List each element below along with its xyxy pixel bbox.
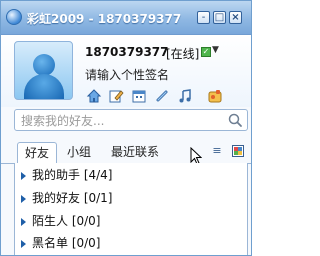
group-label: 黑名单 [0/0] xyxy=(32,236,101,250)
window-title: 彩虹2009 - 1870379377 xyxy=(27,12,182,26)
title-bar[interactable]: 彩虹2009 - 1870379377 - □ × xyxy=(1,1,251,35)
username: 1870379377 xyxy=(85,45,169,59)
status-text[interactable]: [在线] xyxy=(166,45,199,62)
restore-button[interactable]: □ xyxy=(213,11,226,24)
search-box[interactable] xyxy=(14,109,248,131)
rainbow-logo-icon xyxy=(6,9,22,25)
contact-group-list: 我的助手 [4/4] 我的好友 [0/1] 陌生人 [0/0] 黑名单 [0/0… xyxy=(14,163,248,255)
group-label: 我的好友 [0/1] xyxy=(32,191,113,205)
tab-friends[interactable]: 好友 xyxy=(17,142,57,164)
edit-icon[interactable] xyxy=(108,88,124,104)
link-icon[interactable] xyxy=(154,88,170,104)
collapse-arrow-icon xyxy=(21,217,26,226)
signature-field[interactable]: 请输入个性签名 xyxy=(85,66,169,83)
avatar[interactable] xyxy=(14,41,73,100)
tab-bar: 好友 小组 最近联系 ≡ xyxy=(1,139,251,164)
tab-groups[interactable]: 小组 xyxy=(59,142,99,162)
close-button[interactable]: × xyxy=(229,11,242,24)
tab-recent-contacts[interactable]: 最近联系 xyxy=(105,142,165,162)
group-blacklist[interactable]: 黑名单 [0/0] xyxy=(21,233,101,253)
online-status-icon[interactable]: ✓ xyxy=(201,47,211,57)
group-my-friends[interactable]: 我的好友 [0/1] xyxy=(21,188,113,208)
home-icon[interactable] xyxy=(86,88,102,104)
collapse-arrow-icon xyxy=(21,194,26,203)
calendar-icon[interactable] xyxy=(131,88,147,104)
list-view-icon[interactable]: ≡ xyxy=(211,145,223,157)
group-label: 我的助手 [4/4] xyxy=(32,168,113,182)
group-strangers[interactable]: 陌生人 [0/0] xyxy=(21,211,101,231)
group-my-assistant[interactable]: 我的助手 [4/4] xyxy=(21,165,113,185)
avatar-body-shape xyxy=(24,74,64,99)
app-icon[interactable] xyxy=(207,88,223,104)
status-dropdown-icon[interactable]: ▼ xyxy=(212,45,219,55)
color-scheme-icon[interactable] xyxy=(232,145,244,157)
search-icon[interactable] xyxy=(227,112,243,128)
collapse-arrow-icon xyxy=(21,171,26,180)
im-window: 彩虹2009 - 1870379377 - □ × 1870379377 [在线… xyxy=(0,0,252,256)
minimize-button[interactable]: - xyxy=(197,11,210,24)
collapse-arrow-icon xyxy=(21,239,26,248)
music-icon[interactable] xyxy=(177,88,193,104)
group-label: 陌生人 [0/0] xyxy=(32,214,101,228)
profile-panel: 1870379377 [在线] ✓ ▼ 请输入个性签名 xyxy=(1,35,251,107)
avatar-head-shape xyxy=(33,54,55,76)
search-input[interactable] xyxy=(19,112,223,130)
